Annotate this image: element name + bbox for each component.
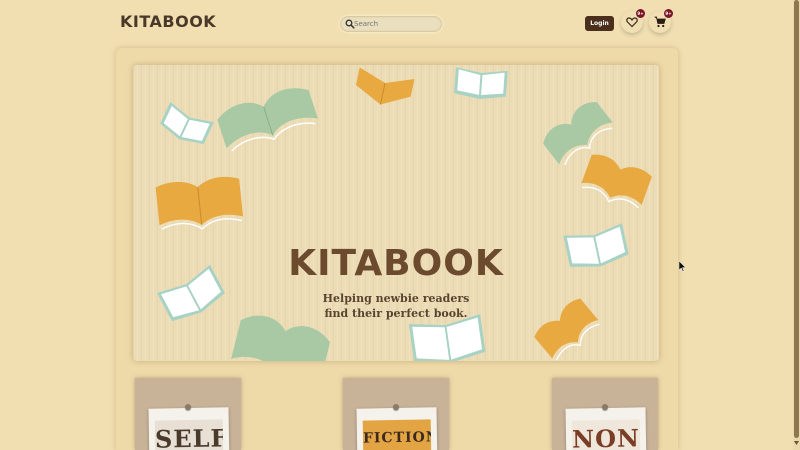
card-image: FICTION [362, 419, 432, 450]
mouse-cursor-icon [679, 261, 687, 272]
search-input[interactable] [354, 17, 438, 31]
login-button[interactable]: Login [585, 16, 614, 31]
card-letters: FICTION [362, 429, 432, 447]
site-logo[interactable]: KITABOOK [120, 12, 216, 31]
wishlist-button[interactable]: 9+ [621, 9, 645, 33]
card-photo: NON [565, 407, 647, 450]
card-letters: SELF [154, 423, 224, 450]
pin-icon [185, 404, 191, 410]
heart-icon [626, 17, 638, 28]
card-photo: FICTION [356, 407, 438, 450]
cart-button[interactable]: 9+ [649, 9, 673, 33]
card-letters: NON [571, 423, 641, 450]
pin-icon [393, 404, 399, 410]
pin-icon [602, 404, 608, 410]
cart-count-badge: 9+ [664, 9, 673, 18]
category-card-non[interactable]: NON [552, 378, 658, 450]
top-navbar: KITABOOK Login 9+ 9+ [0, 0, 800, 48]
category-card-fiction[interactable]: FICTION [343, 378, 449, 450]
scroll-down-arrow-icon[interactable] [794, 441, 799, 446]
category-card-self[interactable]: SELF [135, 378, 241, 450]
card-image: SELF [154, 419, 224, 450]
card-image: NON [571, 419, 641, 450]
scrollbar-thumb[interactable] [794, 0, 799, 438]
hero-subtitle-line2: find their perfect book. [324, 307, 468, 320]
card-photo: SELF [148, 407, 230, 450]
hero-subtitle-line1: Helping newbie readers [322, 292, 470, 305]
search-bar[interactable] [340, 16, 442, 32]
hero-subtitle: Helping newbie readers find their perfec… [133, 291, 659, 321]
wishlist-count-badge: 9+ [636, 9, 645, 18]
hero-title: KITABOOK [288, 243, 504, 284]
cart-icon [654, 16, 666, 28]
hero-banner: KITABOOK Helping newbie readers find the… [133, 65, 659, 361]
